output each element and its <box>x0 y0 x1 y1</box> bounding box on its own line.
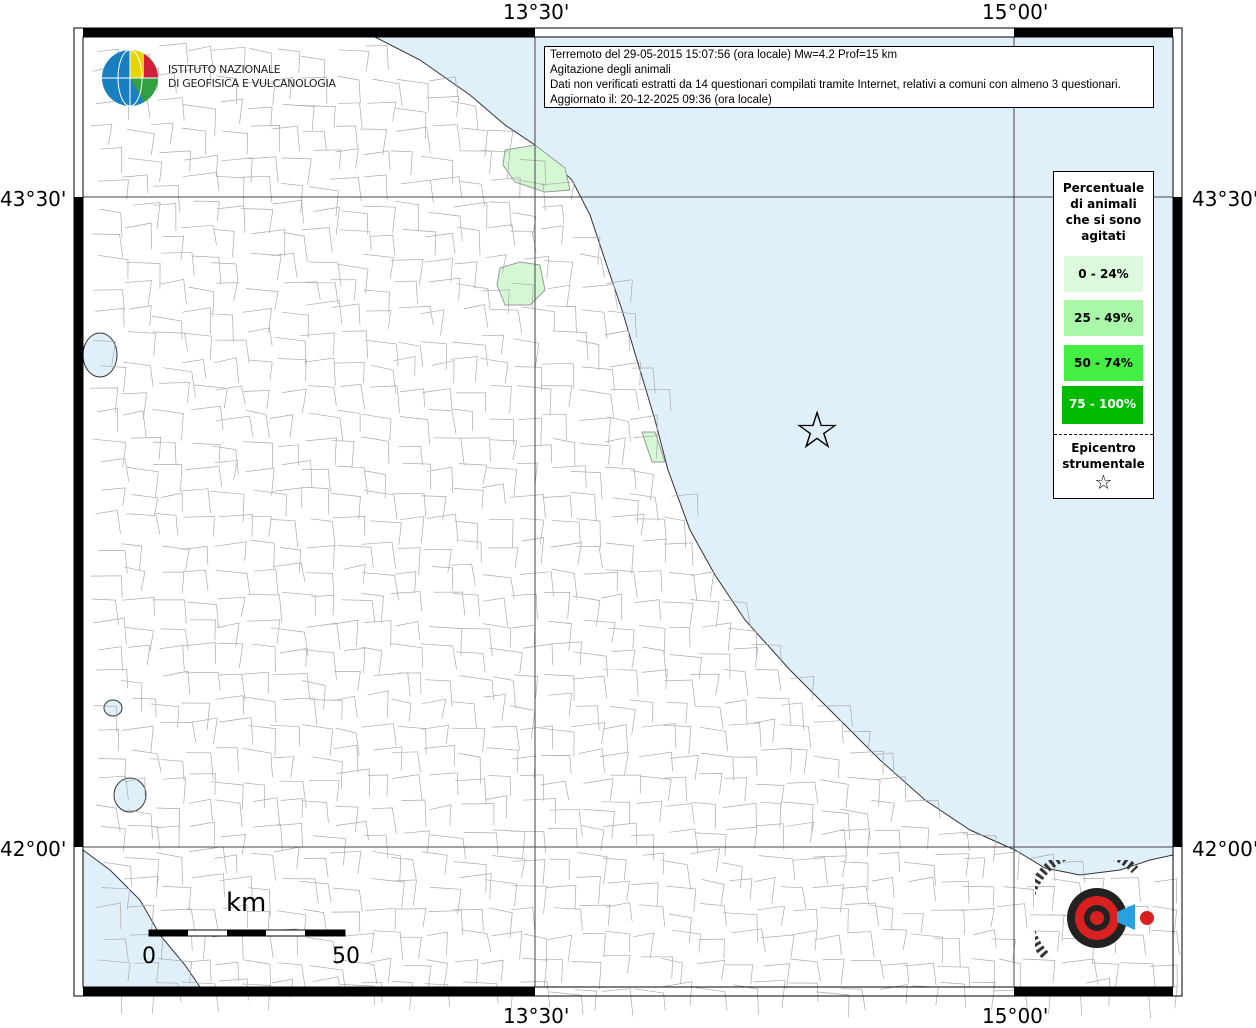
lon-label-bottom-1: 13°30' <box>503 1004 570 1028</box>
scale-max: 50 <box>332 944 360 969</box>
legend-class-75-100: 75 - 100% <box>1062 386 1143 424</box>
legend-class-50-74: 50 - 74% <box>1064 345 1143 381</box>
lon-label-top-2: 15°00' <box>982 0 1049 24</box>
legend-title-line: agitati <box>1081 229 1126 243</box>
legend-class-0-24: 0 - 24% <box>1064 256 1143 292</box>
epicenter-star[interactable]: ☆ <box>794 402 841 460</box>
event-title: Terremoto del 29-05-2015 15:07:56 (ora l… <box>550 49 898 61</box>
legend-title-line: di animali <box>1070 197 1137 211</box>
lat-label-left-1: 43°30' <box>0 187 67 211</box>
ingv-logo-line: DI GEOFISICA E VULCANOLOGIA <box>168 77 336 90</box>
ingv-logo-text: ISTITUTO NAZIONALE DI GEOFISICA E VULCAN… <box>168 63 336 91</box>
scale-unit: km <box>226 888 267 918</box>
event-info-box: Terremoto del 29-05-2015 15:07:56 (ora l… <box>544 46 1154 108</box>
lat-label-right-2: 42°00' <box>1192 837 1256 861</box>
lon-label-bottom-2: 15°00' <box>982 1004 1049 1028</box>
updated-timestamp: Aggiornato il: 20-12-2025 09:36 (ora loc… <box>550 94 772 106</box>
legend-title-line: Percentuale <box>1062 181 1145 195</box>
star-icon: ☆ <box>1094 470 1113 494</box>
lat-label-left-2: 42°00' <box>0 837 67 861</box>
scale-min: 0 <box>142 944 156 969</box>
lake-bracciano <box>113 777 147 813</box>
legend-epicenter: Epicentro strumentale ☆ <box>1054 434 1153 494</box>
ingv-logo-icon <box>102 49 158 107</box>
legend-title-line: che si sono <box>1065 213 1142 227</box>
haisentitoilterremoto-logo-icon <box>1035 860 1154 959</box>
lat-label-right-1: 43°30' <box>1192 187 1256 211</box>
lake-trasimeno <box>82 332 118 378</box>
scale-bar <box>148 929 346 937</box>
legend-epicenter-line: Epicentro <box>1071 441 1136 455</box>
legend: Percentuale di animali che si sono agita… <box>1053 171 1154 499</box>
lon-label-top-1: 13°30' <box>503 0 570 24</box>
lake-bolsena <box>103 699 123 717</box>
legend-title: Percentuale di animali che si sono agita… <box>1054 180 1153 244</box>
data-note: Dati non verificati estratti da 14 quest… <box>550 79 1121 91</box>
ingv-logo-line: ISTITUTO NAZIONALE <box>168 63 281 76</box>
legend-class-25-49: 25 - 49% <box>1064 300 1143 336</box>
map-subject: Agitazione degli animali <box>550 64 671 76</box>
